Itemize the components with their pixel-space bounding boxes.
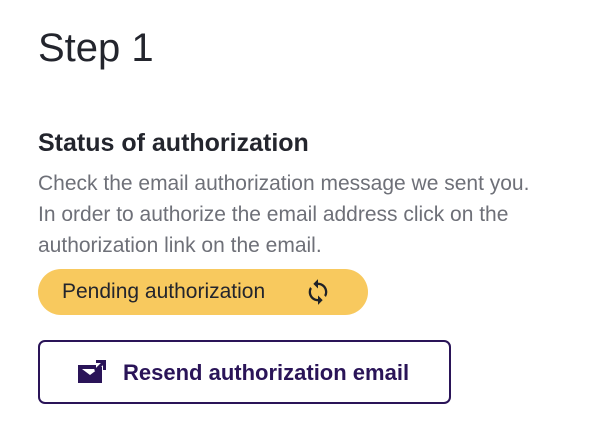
pending-status-badge: Pending authorization	[38, 269, 368, 315]
description-line: Check the email authorization message we…	[38, 172, 530, 195]
description-line: authorization link on the email.	[38, 234, 322, 257]
resend-button-label: Resend authorization email	[123, 360, 410, 385]
resend-authorization-email-button[interactable]: Resend authorization email	[38, 340, 451, 404]
sync-icon	[308, 279, 328, 305]
status-label: Pending authorization	[62, 280, 266, 303]
authorization-status-heading: Status of authorization	[38, 129, 309, 157]
mail-send-icon	[78, 360, 106, 383]
description-line: In order to authorize the email address …	[38, 203, 509, 226]
step-title: Step 1	[38, 26, 154, 70]
authorization-description: Check the email authorization message we…	[38, 168, 608, 261]
